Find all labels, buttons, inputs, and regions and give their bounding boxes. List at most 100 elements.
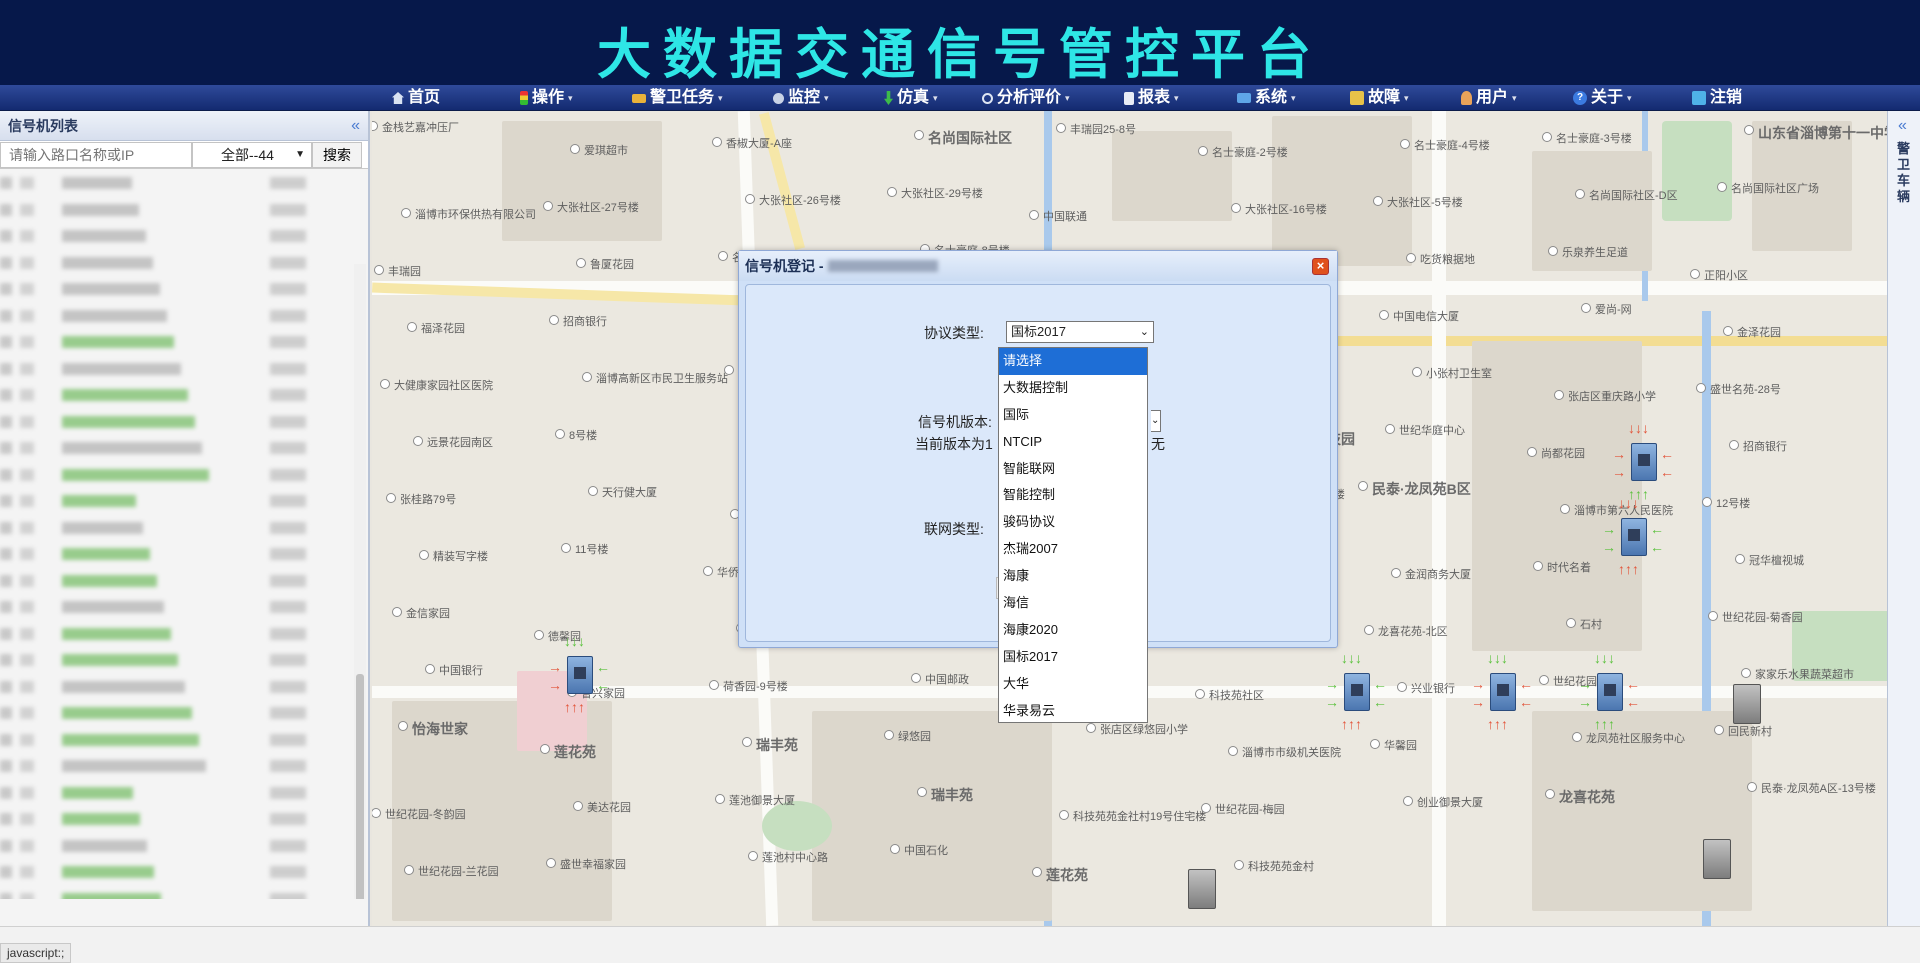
poi-marker-icon[interactable]: [1717, 182, 1727, 192]
protocol-option[interactable]: 华录易云: [999, 698, 1147, 725]
poi-marker-icon[interactable]: [1228, 746, 1238, 756]
traffic-signal-icon[interactable]: ↑↑↑ ↓↓↓ → → ← ←: [1612, 421, 1674, 503]
protocol-option[interactable]: 海康2020: [999, 617, 1147, 644]
nav-logout[interactable]: 注销: [1692, 85, 1742, 111]
poi-marker-icon[interactable]: [1527, 447, 1537, 457]
nav-report[interactable]: 报表 ▾: [1124, 85, 1179, 111]
poi-marker-icon[interactable]: [413, 436, 423, 446]
poi-marker-icon[interactable]: [742, 737, 752, 747]
poi-marker-icon[interactable]: [1029, 210, 1039, 220]
list-item[interactable]: [0, 760, 306, 774]
poi-marker-icon[interactable]: [1056, 123, 1066, 133]
protocol-select[interactable]: 国标2017 ⌄: [1006, 321, 1154, 343]
poi-marker-icon[interactable]: [1741, 668, 1751, 678]
poi-marker-icon[interactable]: [914, 130, 924, 140]
protocol-option[interactable]: 国标2017: [999, 644, 1147, 671]
nav-user[interactable]: 用户 ▾: [1461, 85, 1517, 111]
poi-marker-icon[interactable]: [1358, 481, 1368, 491]
list-item[interactable]: [0, 442, 306, 456]
poi-marker-icon[interactable]: [1545, 789, 1555, 799]
list-item[interactable]: [0, 707, 306, 721]
poi-marker-icon[interactable]: [1406, 253, 1416, 263]
dialog-titlebar[interactable]: 信号机登记 -: [739, 251, 1337, 281]
poi-marker-icon[interactable]: [1373, 196, 1383, 206]
protocol-option[interactable]: 杰瑞2007: [999, 536, 1147, 563]
poi-marker-icon[interactable]: [1708, 611, 1718, 621]
poi-marker-icon[interactable]: [588, 486, 598, 496]
poi-marker-icon[interactable]: [1690, 269, 1700, 279]
poi-marker-icon[interactable]: [1412, 367, 1422, 377]
protocol-option[interactable]: 大华: [999, 671, 1147, 698]
poi-marker-icon[interactable]: [380, 379, 390, 389]
poi-marker-icon[interactable]: [372, 121, 378, 131]
poi-marker-icon[interactable]: [1364, 625, 1374, 635]
poi-marker-icon[interactable]: [546, 858, 556, 868]
list-item[interactable]: [0, 336, 306, 350]
traffic-signal-icon[interactable]: ↑↑↑ ↓↓↓ → → ← ←: [1602, 496, 1664, 578]
poi-marker-icon[interactable]: [724, 365, 734, 375]
signal-filter-select[interactable]: 全部--44 ▼: [192, 141, 312, 168]
poi-marker-icon[interactable]: [561, 543, 571, 553]
protocol-option[interactable]: 智能控制: [999, 482, 1147, 509]
offline-signal-icon[interactable]: [1703, 839, 1731, 879]
traffic-signal-icon[interactable]: ↑↑↑ ↓↓↓ → → ← ←: [548, 634, 610, 716]
list-item[interactable]: [0, 468, 306, 483]
poi-marker-icon[interactable]: [1397, 682, 1407, 692]
poi-marker-icon[interactable]: [401, 208, 411, 218]
poi-marker-icon[interactable]: [1539, 675, 1549, 685]
poi-marker-icon[interactable]: [703, 566, 713, 576]
nav-analysis[interactable]: 分析评价 ▾: [982, 85, 1070, 111]
poi-marker-icon[interactable]: [1379, 310, 1389, 320]
poi-marker-icon[interactable]: [1747, 782, 1757, 792]
poi-marker-icon[interactable]: [917, 787, 927, 797]
list-item[interactable]: [0, 574, 306, 589]
poi-marker-icon[interactable]: [392, 607, 402, 617]
nav-fault[interactable]: 故障 ▾: [1350, 85, 1409, 111]
list-item[interactable]: [0, 362, 306, 377]
poi-marker-icon[interactable]: [745, 194, 755, 204]
poi-marker-icon[interactable]: [1744, 125, 1754, 135]
poi-marker-icon[interactable]: [1385, 424, 1395, 434]
poi-marker-icon[interactable]: [1231, 203, 1241, 213]
poi-marker-icon[interactable]: [890, 844, 900, 854]
poi-marker-icon[interactable]: [1729, 440, 1739, 450]
poi-marker-icon[interactable]: [386, 493, 396, 503]
list-item[interactable]: [0, 892, 306, 899]
list-item[interactable]: [0, 654, 306, 668]
version-select[interactable]: ⌄: [1151, 410, 1161, 432]
protocol-option[interactable]: 大数据控制: [999, 375, 1147, 402]
poi-marker-icon[interactable]: [1400, 139, 1410, 149]
poi-marker-icon[interactable]: [1542, 132, 1552, 142]
poi-marker-icon[interactable]: [570, 144, 580, 154]
poi-marker-icon[interactable]: [1696, 383, 1706, 393]
poi-marker-icon[interactable]: [1581, 303, 1591, 313]
poi-marker-icon[interactable]: [748, 851, 758, 861]
nav-home[interactable]: 首页: [392, 85, 440, 111]
list-scroll-thumb[interactable]: [356, 674, 364, 899]
poi-marker-icon[interactable]: [1195, 689, 1205, 699]
expand-right-icon[interactable]: «: [1898, 117, 1907, 135]
list-item[interactable]: [0, 495, 306, 509]
protocol-option[interactable]: 海信: [999, 590, 1147, 617]
poi-marker-icon[interactable]: [1234, 860, 1244, 870]
offline-signal-icon[interactable]: [1733, 684, 1761, 724]
nav-monitor[interactable]: 监控 ▾: [773, 85, 829, 111]
poi-marker-icon[interactable]: [709, 680, 719, 690]
poi-marker-icon[interactable]: [1554, 390, 1564, 400]
traffic-signal-icon[interactable]: ↑↑↑ ↓↓↓ → → ← ←: [1325, 651, 1387, 733]
poi-marker-icon[interactable]: [718, 251, 728, 261]
offline-signal-icon[interactable]: [1188, 869, 1216, 909]
poi-marker-icon[interactable]: [374, 265, 384, 275]
protocol-option[interactable]: 请选择: [999, 348, 1147, 375]
traffic-signal-icon[interactable]: ↑↑↑ ↓↓↓ → → ← ←: [1578, 651, 1640, 733]
poi-marker-icon[interactable]: [398, 721, 408, 731]
list-item[interactable]: [0, 627, 306, 642]
list-item[interactable]: [0, 230, 306, 244]
list-item[interactable]: [0, 601, 306, 615]
poi-marker-icon[interactable]: [712, 137, 722, 147]
list-item[interactable]: [0, 680, 306, 695]
search-button[interactable]: 搜索: [312, 141, 362, 168]
list-item[interactable]: [0, 389, 306, 403]
list-item[interactable]: [0, 786, 306, 801]
list-scrollbar[interactable]: [354, 264, 366, 899]
